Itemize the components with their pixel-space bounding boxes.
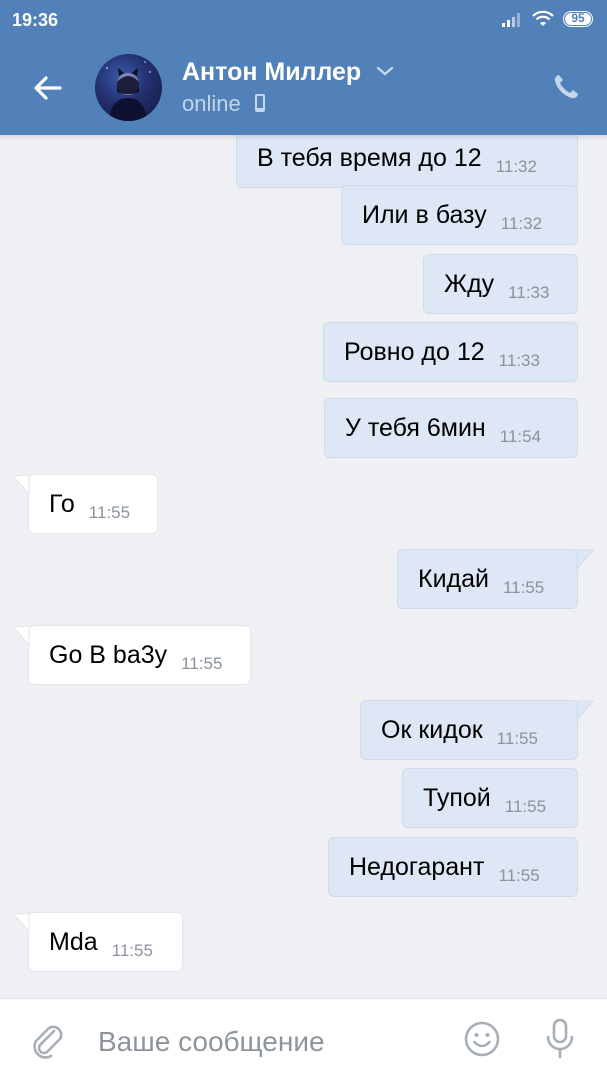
message-time: 11:32 (495, 157, 537, 176)
chevron-down-icon[interactable] (374, 64, 396, 78)
contact-name[interactable]: Антон Миллер (182, 58, 361, 87)
message-time: 11:33 (498, 351, 540, 370)
outgoing-message[interactable]: Недогарант 11:55 (328, 837, 578, 897)
message-time: 11:54 (499, 427, 542, 446)
avatar-picture (106, 61, 151, 121)
bubble-tail (576, 549, 595, 571)
message-time: 11:55 (181, 654, 223, 673)
outgoing-message[interactable]: Жду 11:33 (423, 254, 578, 314)
outgoing-message[interactable]: Ок кидок 11:55 (360, 700, 578, 760)
outgoing-message[interactable]: Тупой 11:55 (402, 768, 578, 828)
microphone-icon[interactable] (542, 1017, 578, 1061)
incoming-message[interactable]: Mda 11:55 (28, 912, 183, 972)
message-text: Ровно до 12 (344, 337, 485, 366)
message-text: Тупой (423, 783, 491, 812)
outgoing-message[interactable]: В тебя время до 12 11:32 (236, 135, 578, 188)
message-time: 11:55 (111, 941, 153, 960)
message-text: Mda (49, 927, 98, 956)
message-time: 11:55 (502, 578, 545, 597)
message-time: 11:33 (508, 283, 550, 302)
status-bar: 19:36 95 (0, 0, 607, 40)
message-text: Жду (444, 269, 495, 298)
outgoing-message[interactable]: Ровно до 12 11:33 (323, 322, 578, 382)
smiley-icon[interactable] (462, 1019, 502, 1059)
bubble-tail (11, 912, 30, 934)
battery-icon: 95 (563, 11, 593, 27)
online-status: online (182, 91, 267, 117)
message-text: Или в базу (362, 200, 487, 229)
message-text: Го (49, 489, 75, 518)
status-time: 19:36 (12, 10, 59, 30)
incoming-message[interactable]: Го 11:55 (28, 474, 158, 534)
message-time: 11:55 (498, 866, 540, 885)
wifi-icon (532, 10, 554, 26)
avatar[interactable] (95, 54, 162, 121)
message-time: 11:55 (496, 729, 538, 748)
message-list[interactable]: В тебя время до 12 11:32 Или в базу 11:32 Жд… (0, 135, 607, 998)
message-text: Недогарант (349, 852, 485, 881)
message-text: В тебя время до 12 (257, 143, 482, 172)
message-input[interactable] (96, 1023, 430, 1061)
message-time: 11:55 (504, 797, 547, 816)
phone-call-icon[interactable] (551, 72, 581, 102)
message-text: Кидай (418, 564, 489, 593)
outgoing-message[interactable]: Кидай 11:55 (397, 549, 578, 609)
bubble-tail (576, 700, 595, 722)
status-icons: 95 (501, 10, 593, 28)
back-arrow-icon[interactable] (30, 70, 66, 106)
signal-icon (502, 13, 520, 27)
message-text: У тебя 6мин (345, 413, 486, 442)
incoming-message[interactable]: Go B ba3y 11:55 (28, 625, 251, 685)
outgoing-message[interactable]: Или в базу 11:32 (341, 185, 578, 245)
online-status-text: online (182, 91, 241, 116)
message-text: Ок кидок (381, 715, 483, 744)
chat-header: 19:36 95 Антон Миллер online (0, 0, 607, 135)
bubble-tail (11, 474, 30, 496)
bubble-tail (11, 625, 30, 647)
message-time: 11:32 (500, 214, 543, 233)
outgoing-message[interactable]: У тебя 6мин 11:54 (324, 398, 578, 458)
paperclip-icon[interactable] (28, 1021, 68, 1061)
message-text: Go B ba3y (49, 640, 168, 669)
mobile-device-icon (254, 94, 265, 112)
battery-level: 95 (571, 11, 585, 25)
composer-bar (0, 998, 607, 1081)
message-time: 11:55 (88, 503, 131, 522)
